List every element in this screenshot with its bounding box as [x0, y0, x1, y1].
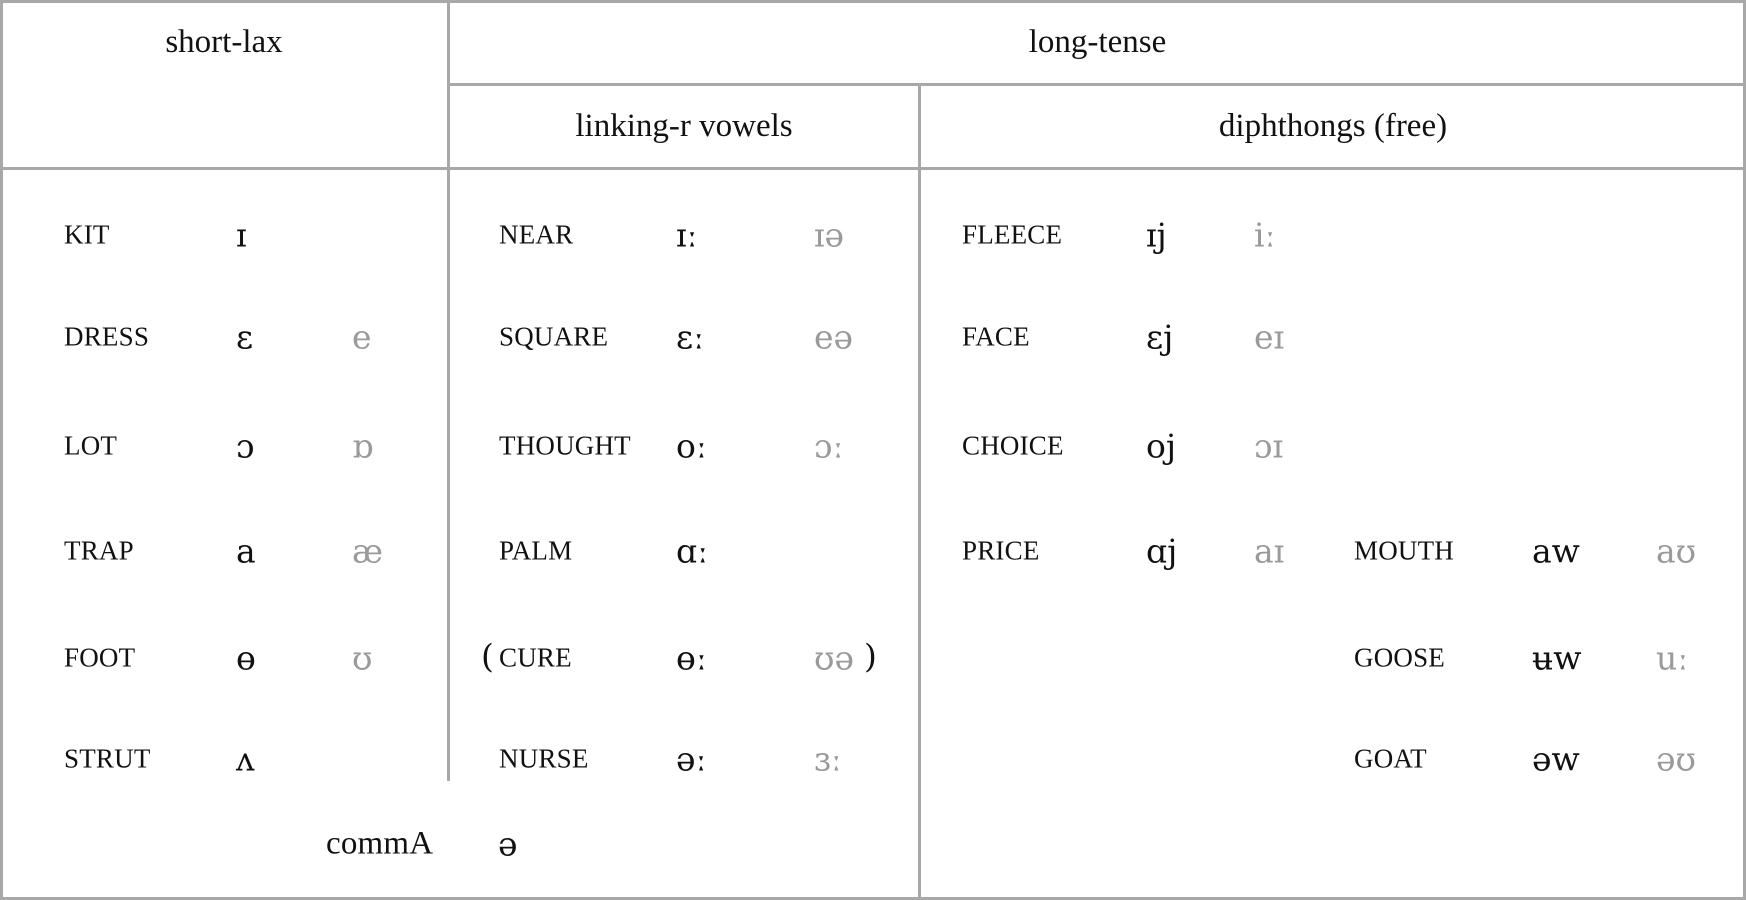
- open-paren: (: [481, 636, 494, 676]
- vowel-table: short-lax long-tense linking-r vowels di…: [0, 0, 1746, 900]
- ipa-symbol: ɵː: [676, 638, 707, 678]
- alt-ipa-symbol: ʊ: [352, 638, 373, 678]
- lexical-set-label: LOT: [64, 430, 118, 461]
- header-long-tense: long-tense: [1028, 24, 1167, 60]
- lexical-set-label: TRAP: [64, 535, 134, 566]
- lexical-set-label: DRESS: [64, 321, 150, 352]
- alt-ipa-symbol: ʊə: [814, 638, 854, 678]
- divider-header: [0, 167, 1746, 170]
- divider-linking-diphthong: [918, 84, 921, 900]
- ipa-symbol: ɪ: [236, 215, 247, 255]
- lexical-set-label: SQUARE: [499, 321, 609, 352]
- alt-ipa-symbol: eɪ: [1254, 317, 1285, 357]
- lexical-set-label: FOOT: [64, 642, 136, 673]
- lexical-set-label: PALM: [499, 535, 573, 566]
- ipa-symbol: ʉw: [1532, 638, 1582, 678]
- ipa-symbol: ɑj: [1146, 531, 1178, 571]
- divider-long-tense-sub: [448, 83, 1746, 86]
- ipa-symbol: ɛː: [676, 317, 705, 357]
- alt-ipa-symbol: eə: [814, 317, 854, 357]
- lexical-set-label: FACE: [962, 321, 1030, 352]
- header-short-lax: short-lax: [165, 24, 283, 60]
- ipa-symbol: ɛj: [1146, 317, 1174, 357]
- border-left: [0, 0, 3, 900]
- ipa-symbol: əː: [676, 739, 707, 779]
- header-diphthongs: diphthongs (free): [1218, 108, 1448, 144]
- lexical-set-label: THOUGHT: [499, 430, 631, 461]
- alt-ipa-symbol: ɒ: [352, 426, 374, 466]
- border-top: [0, 0, 1746, 3]
- ipa-symbol-comma: ə: [498, 824, 518, 864]
- alt-ipa-symbol: ɪə: [814, 215, 845, 255]
- ipa-symbol: əw: [1532, 739, 1580, 779]
- alt-ipa-symbol: e: [352, 317, 372, 357]
- alt-ipa-symbol: uː: [1656, 638, 1689, 678]
- alt-ipa-symbol: æ: [352, 531, 384, 571]
- lexical-set-label: CURE: [499, 642, 572, 673]
- ipa-symbol: ɪj: [1146, 215, 1167, 255]
- ipa-symbol: ɛ: [236, 317, 254, 357]
- lexical-set-label: GOOSE: [1354, 642, 1446, 673]
- close-paren: ): [864, 636, 877, 676]
- header-linking-r: linking-r vowels: [575, 108, 793, 144]
- ipa-symbol: oː: [676, 426, 707, 466]
- ipa-symbol: ʌ: [236, 739, 255, 779]
- ipa-symbol: ɪː: [676, 215, 698, 255]
- alt-ipa-symbol: ɔː: [814, 426, 844, 466]
- lexical-set-label: FLEECE: [962, 219, 1063, 250]
- alt-ipa-symbol: iː: [1254, 215, 1276, 255]
- lexical-set-label: CHOICE: [962, 430, 1064, 461]
- ipa-symbol: a: [236, 531, 256, 571]
- ipa-symbol: ɑː: [676, 531, 709, 571]
- lexical-set-label: PRICE: [962, 535, 1040, 566]
- lexical-set-label: GOAT: [1354, 743, 1427, 774]
- lexical-set-label: NURSE: [499, 743, 589, 774]
- lexical-set-label: STRUT: [64, 743, 151, 774]
- lexical-set-label: KIT: [64, 219, 110, 250]
- ipa-symbol: aw: [1532, 531, 1580, 571]
- ipa-symbol: oj: [1146, 426, 1177, 466]
- alt-ipa-symbol: aɪ: [1254, 531, 1285, 571]
- alt-ipa-symbol: aʊ: [1656, 531, 1697, 571]
- lexical-set-label-comma: commA: [326, 825, 434, 862]
- ipa-symbol: ɵ: [236, 638, 256, 678]
- alt-ipa-symbol: ɜː: [814, 739, 842, 779]
- lexical-set-label: NEAR: [499, 219, 574, 250]
- ipa-symbol: ɔ: [236, 426, 255, 466]
- alt-ipa-symbol: ɔɪ: [1254, 426, 1284, 466]
- alt-ipa-symbol: əʊ: [1656, 739, 1696, 779]
- lexical-set-label: MOUTH: [1354, 535, 1454, 566]
